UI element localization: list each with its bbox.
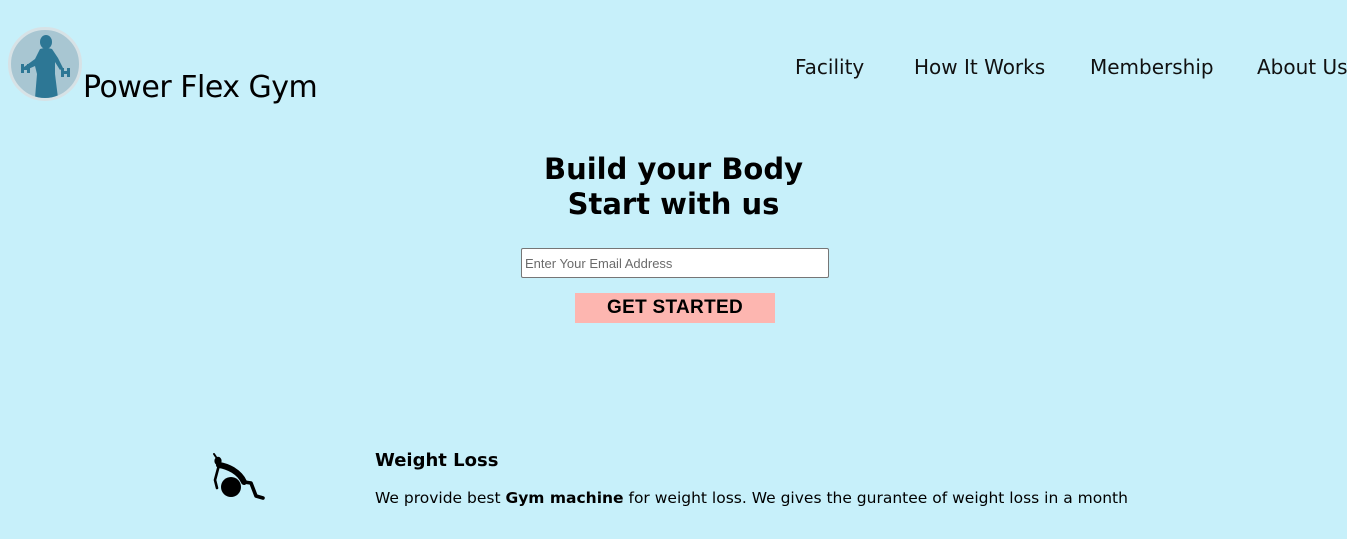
- feature-title: Weight Loss: [375, 450, 499, 471]
- feature-desc-text-end: for weight loss. We gives the gurantee o…: [623, 489, 1128, 507]
- hero-line-2: Start with us: [567, 187, 780, 221]
- feature-desc-highlight: Gym machine: [505, 489, 624, 507]
- nav-membership[interactable]: Membership: [1090, 55, 1214, 79]
- nav-about-us[interactable]: About Us: [1257, 55, 1347, 79]
- email-input[interactable]: [521, 248, 829, 278]
- nav-how-it-works[interactable]: How It Works: [914, 55, 1045, 79]
- feature-desc-text: We provide best: [375, 489, 506, 507]
- hero-heading: Build your Body Start with us: [0, 152, 1347, 222]
- main-nav: Facility How It Works Membership About U…: [0, 55, 1347, 83]
- feature-description: We provide best Gym machine for weight l…: [375, 489, 1128, 507]
- nav-facility[interactable]: Facility: [795, 55, 864, 79]
- get-started-button[interactable]: GET STARTED: [575, 293, 775, 323]
- exercise-ball-person-icon: [213, 453, 265, 500]
- hero-line-1: Build your Body: [543, 152, 804, 186]
